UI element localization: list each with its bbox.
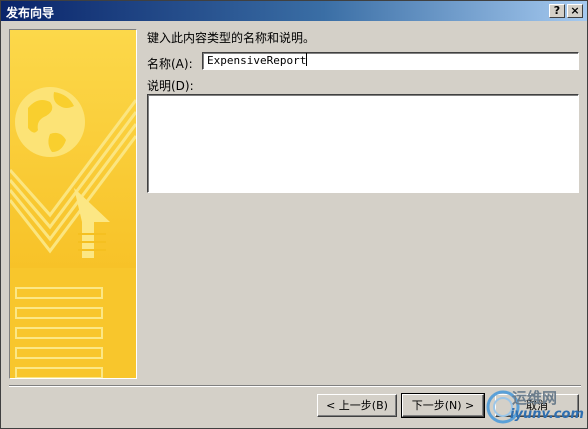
- wizard-artwork-image: [10, 30, 136, 378]
- cancel-button[interactable]: 取消: [495, 394, 579, 417]
- globe-icon: [15, 87, 85, 157]
- description-textarea[interactable]: [147, 94, 579, 193]
- title-bar[interactable]: 发布向导 ? ×: [1, 1, 587, 21]
- name-input[interactable]: ExpensiveReport: [202, 52, 579, 70]
- wizard-side-artwork: [9, 29, 137, 379]
- instruction-text: 键入此内容类型的名称和说明。: [147, 31, 316, 45]
- name-input-value: ExpensiveReport: [207, 54, 307, 67]
- next-button[interactable]: 下一步(N) >: [401, 393, 485, 418]
- close-button[interactable]: ×: [567, 4, 583, 18]
- help-button[interactable]: ?: [549, 4, 565, 18]
- description-label: 说明(D):: [147, 79, 194, 93]
- name-label: 名称(A):: [147, 57, 193, 71]
- window-title: 发布向导: [6, 6, 55, 20]
- back-button[interactable]: < 上一步(B): [317, 394, 397, 417]
- button-separator: [9, 385, 581, 387]
- text-caret: [306, 53, 308, 66]
- publish-wizard-dialog: 发布向导 ? × 键入此内容类型的名称和说明。 名称(A): Expensive…: [0, 0, 588, 429]
